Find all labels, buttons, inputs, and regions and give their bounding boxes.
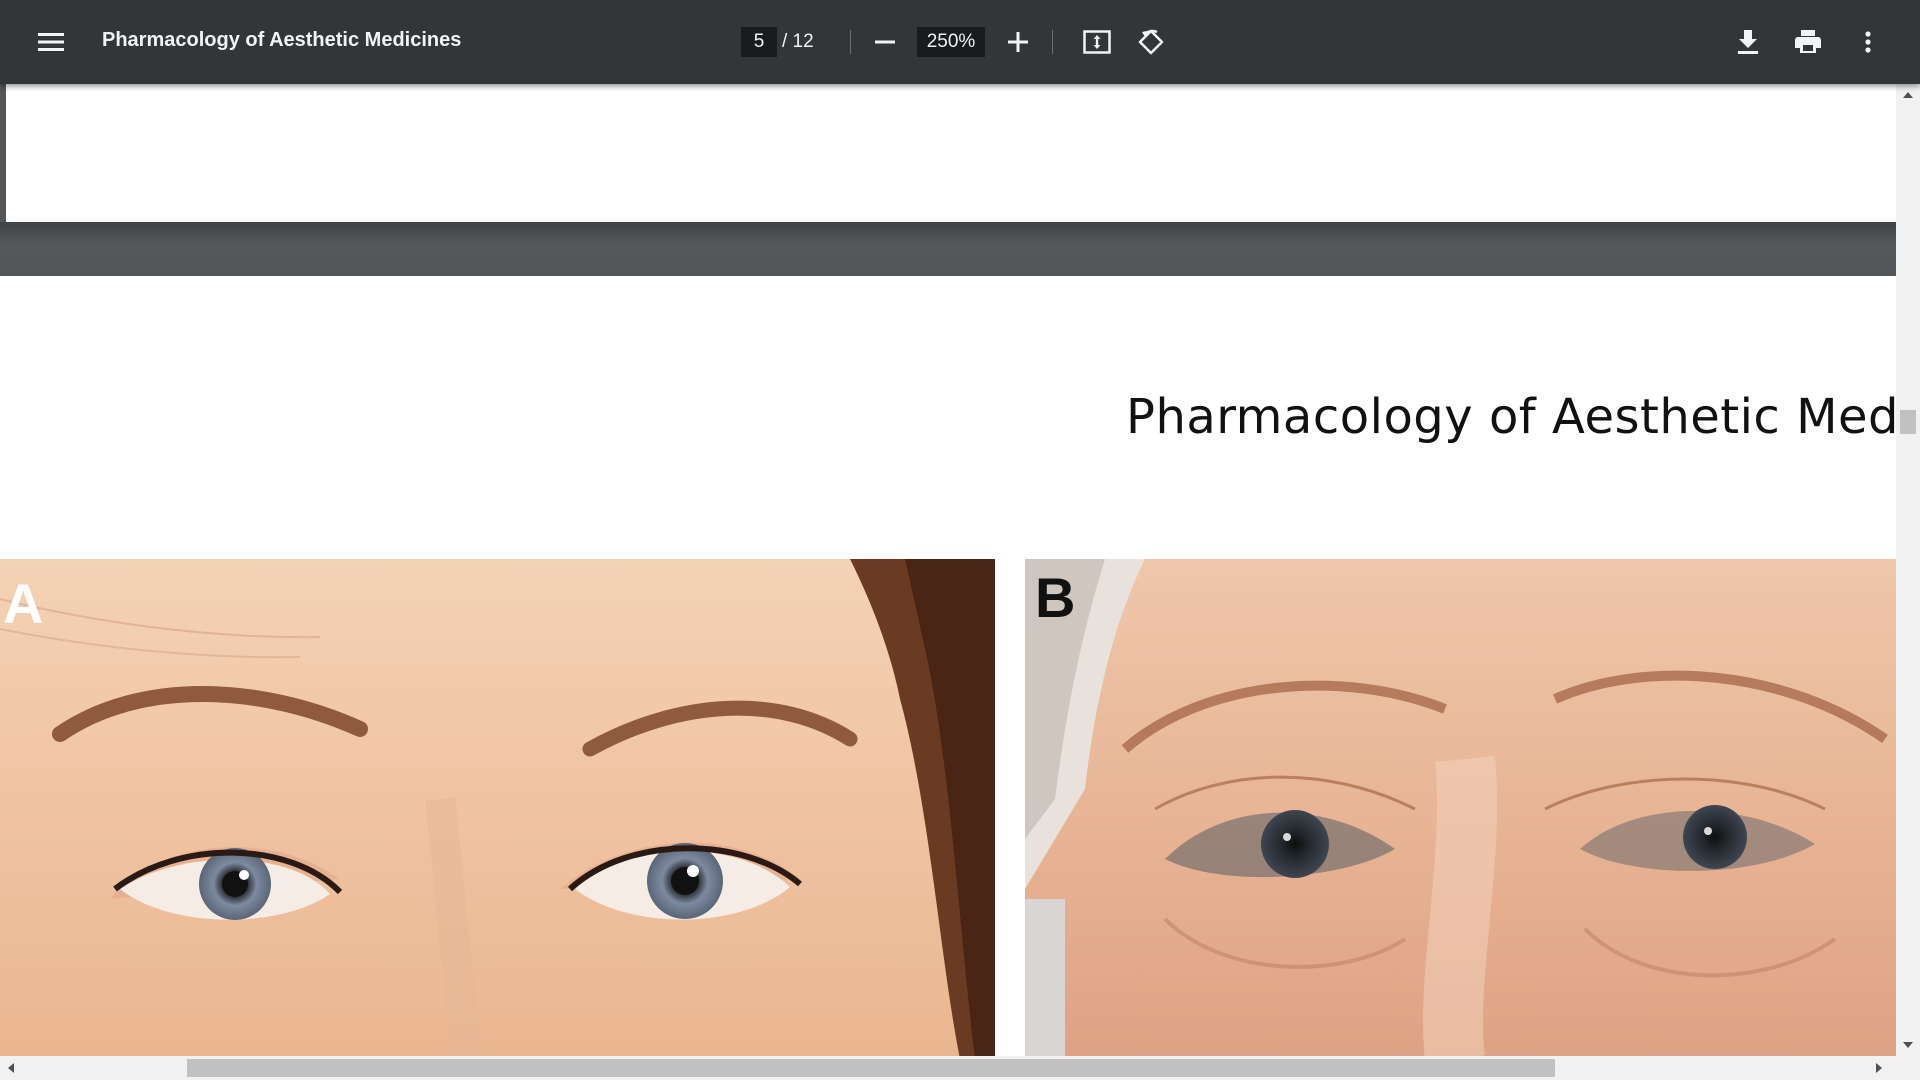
download-icon: [1738, 30, 1758, 54]
running-head: Pharmacology of Aesthetic Medicir: [1126, 389, 1896, 445]
current-page: Pharmacology of Aesthetic Medicir A B: [0, 276, 1896, 1056]
print-icon: [1795, 30, 1821, 53]
zoom-level-input[interactable]: 250%: [917, 27, 985, 57]
vertical-scroll-thumb[interactable]: [1900, 410, 1916, 434]
zoom-out-button[interactable]: [861, 18, 909, 66]
print-button[interactable]: [1784, 18, 1832, 66]
toolbar-divider: [1052, 30, 1053, 54]
vertical-scrollbar[interactable]: [1896, 84, 1920, 1056]
scroll-up-arrow-icon[interactable]: [1903, 92, 1913, 98]
document-title: Pharmacology of Aesthetic Medicines: [102, 29, 462, 51]
download-button[interactable]: [1724, 18, 1772, 66]
fit-to-page-icon: [1083, 30, 1111, 54]
face-photo-a: [0, 559, 995, 1056]
panel-label-a: A: [3, 572, 44, 635]
previous-page: [6, 84, 1896, 222]
page-total: / 12: [782, 31, 814, 52]
panel-label-b: B: [1035, 566, 1076, 629]
pdf-toolbar: Pharmacology of Aesthetic Medicines 5 / …: [0, 0, 1920, 84]
figure-panel-b: B: [1025, 559, 1896, 1056]
face-photo-b: [1025, 559, 1896, 1056]
fit-to-page-button[interactable]: [1073, 18, 1121, 66]
more-vert-icon: [1865, 31, 1871, 53]
scroll-right-arrow-icon[interactable]: [1876, 1063, 1882, 1073]
rotate-button[interactable]: [1127, 18, 1175, 66]
hamburger-menu-icon[interactable]: [27, 18, 75, 66]
horizontal-scroll-thumb[interactable]: [187, 1059, 1555, 1077]
more-options-button[interactable]: [1844, 18, 1892, 66]
zoom-in-button[interactable]: [994, 18, 1042, 66]
document-viewport[interactable]: Pharmacology of Aesthetic Medicir A B: [0, 84, 1896, 1056]
plus-icon: [1008, 32, 1028, 52]
minus-icon: [875, 40, 895, 44]
page-separator: [0, 222, 1896, 276]
scroll-down-arrow-icon[interactable]: [1903, 1042, 1913, 1048]
rotate-counterclockwise-icon: [1138, 29, 1164, 55]
horizontal-scrollbar[interactable]: [0, 1056, 1920, 1080]
figure-panel-a: A: [0, 559, 995, 1056]
scroll-left-arrow-icon[interactable]: [8, 1063, 14, 1073]
toolbar-divider: [850, 30, 851, 54]
page-number-input[interactable]: 5: [741, 27, 777, 57]
